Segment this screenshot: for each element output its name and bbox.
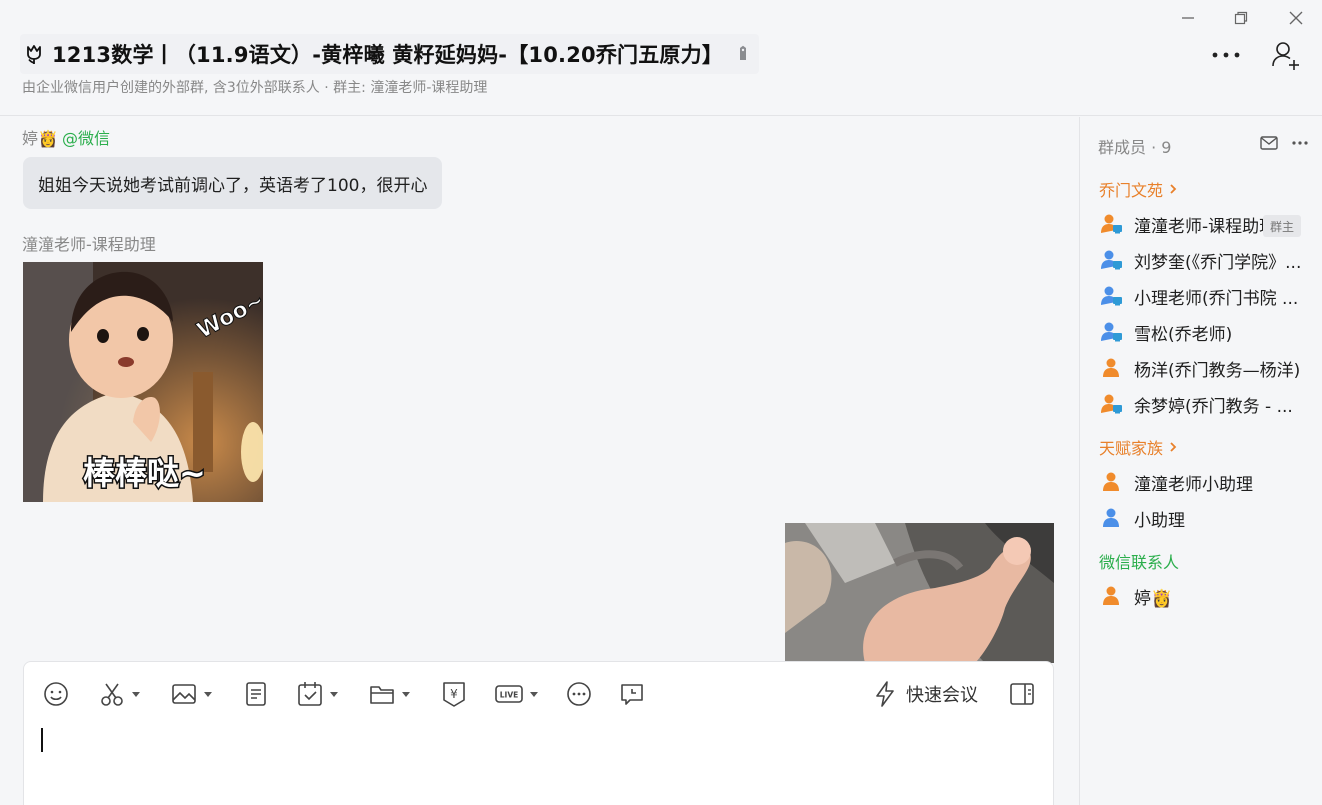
add-user-icon xyxy=(1272,42,1299,70)
member-item[interactable]: 小理老师(乔门书院 ... xyxy=(1100,282,1306,310)
scissors-icon xyxy=(101,683,123,706)
message-composer: ¥ LIVE 快速会议 xyxy=(23,661,1054,805)
message-sender[interactable]: 婷👸 @微信 xyxy=(22,125,110,149)
group-title-text: 1213数学丨（11.9语文）-黄梓曦 黄籽延妈妈-【10.20乔门五原力】 xyxy=(52,43,724,67)
group-title[interactable]: 1213数学丨（11.9语文）-黄梓曦 黄籽延妈妈-【10.20乔门五原力】 xyxy=(20,34,760,74)
person-orange-screen-icon xyxy=(1101,394,1122,414)
file-button[interactable] xyxy=(368,678,410,710)
person-orange-screen-icon xyxy=(1101,214,1122,234)
group-label-tianfu[interactable]: 天赋家族 xyxy=(1099,435,1177,459)
chevron-down-icon[interactable] xyxy=(132,691,140,697)
person-orange-icon xyxy=(1103,586,1119,605)
more-options-button[interactable] xyxy=(1208,42,1244,68)
lightning-icon xyxy=(876,681,894,707)
person-blue-screen-icon xyxy=(1101,250,1122,270)
screenshot-button[interactable] xyxy=(98,678,140,710)
member-item[interactable]: 杨洋(乔门教务—杨洋) xyxy=(1100,354,1306,382)
member-name: 潼潼老师小助理 xyxy=(1134,474,1253,495)
group-label-wechat[interactable]: 微信联系人 xyxy=(1099,549,1179,573)
mail-icon xyxy=(1260,136,1278,150)
add-member-button[interactable] xyxy=(1268,38,1304,72)
group-label-qiaomen[interactable]: 乔门文苑 xyxy=(1099,177,1177,201)
image-icon xyxy=(172,684,196,704)
emoji-button[interactable] xyxy=(42,678,70,710)
group-subtitle: 由企业微信用户创建的外部群, 含3位外部联系人 · 群主: 潼潼老师-课程助理 xyxy=(22,80,488,96)
person-blue-screen-icon xyxy=(1101,286,1122,306)
message-list[interactable]: 婷👸 @微信 姐姐今天说她考试前调心了，英语考了100，很开心 潼潼老师-课程助… xyxy=(0,117,1079,805)
member-item[interactable]: 小助理 xyxy=(1100,504,1306,532)
person-orange-icon xyxy=(1103,358,1119,377)
member-name: 小助理 xyxy=(1134,510,1185,531)
mail-button[interactable] xyxy=(1259,134,1279,156)
member-name: 雪松(乔老师) xyxy=(1134,324,1233,345)
member-name: 杨洋(乔门教务—杨洋) xyxy=(1134,360,1301,381)
image-button[interactable] xyxy=(170,678,212,710)
message-bubble[interactable]: 姐姐今天说她考试前调心了，英语考了100，很开心 xyxy=(23,157,443,209)
thumbs-up-photo xyxy=(785,523,1054,663)
more-dots-icon xyxy=(1292,141,1308,145)
member-count-header: 群成员 · 9 xyxy=(1098,138,1172,157)
person-orange-icon xyxy=(1103,472,1119,491)
text-input-cursor[interactable] xyxy=(41,728,43,752)
schedule-button[interactable] xyxy=(296,678,338,710)
live-button[interactable]: LIVE xyxy=(494,678,538,710)
quick-meeting-button[interactable]: 快速会议 xyxy=(872,678,978,710)
more-icon xyxy=(567,682,591,706)
side-panel-icon xyxy=(1010,683,1034,705)
member-item[interactable]: 潼潼老师小助理 xyxy=(1100,468,1306,496)
group-name: 微信联系人 xyxy=(1099,553,1180,572)
document-button[interactable] xyxy=(242,678,270,710)
doc-icon xyxy=(246,682,266,706)
message-sender[interactable]: 潼潼老师-课程助理 xyxy=(22,231,156,255)
sticker-image[interactable]: Woo~ 棒棒哒~ xyxy=(23,262,263,502)
chevron-right-icon xyxy=(1170,184,1177,194)
live-text: LIVE xyxy=(500,691,519,700)
photo-message[interactable] xyxy=(785,523,1054,663)
member-name: 刘梦奎(《乔门学院》... xyxy=(1134,252,1302,273)
emoji-icon xyxy=(44,682,68,706)
toggle-side-panel-button[interactable] xyxy=(1009,682,1035,710)
red-packet-button[interactable]: ¥ xyxy=(440,678,468,710)
clock-chat-icon xyxy=(621,684,643,705)
chevron-down-icon[interactable] xyxy=(204,691,212,697)
person-blue-screen-icon xyxy=(1101,322,1122,342)
baby-clapping-sticker: Woo~ 棒棒哒~ xyxy=(23,262,263,502)
member-name: 婷👸 xyxy=(1134,588,1173,609)
folder-icon xyxy=(370,686,394,704)
member-name: 潼潼老师-课程助理 xyxy=(1134,216,1277,237)
member-name: 小理老师(乔门书院 ... xyxy=(1134,288,1299,309)
tag-icon xyxy=(737,44,751,64)
member-item[interactable]: 雪松(乔老师) xyxy=(1100,318,1306,346)
chevron-down-icon[interactable] xyxy=(530,691,538,697)
red-packet-icon: ¥ xyxy=(443,682,465,707)
group-name: 乔门文苑 xyxy=(1099,181,1164,200)
chat-window: 1213数学丨（11.9语文）-黄梓曦 黄籽延妈妈-【10.20乔门五原力】 由… xyxy=(0,0,1322,805)
sticker-caption-bottom: 棒棒哒~ xyxy=(83,454,206,492)
member-item[interactable]: 刘梦奎(《乔门学院》... xyxy=(1100,246,1306,274)
group-name: 天赋家族 xyxy=(1099,439,1164,458)
member-item[interactable]: 婷👸 xyxy=(1100,582,1306,610)
chat-header: 1213数学丨（11.9语文）-黄梓曦 黄籽延妈妈-【10.20乔门五原力】 由… xyxy=(0,0,1322,116)
sender-name: 婷👸 xyxy=(22,129,58,148)
live-icon: LIVE xyxy=(495,685,523,703)
quick-meeting-label: 快速会议 xyxy=(906,685,978,706)
person-blue-icon xyxy=(1103,508,1119,527)
more-dots-icon xyxy=(1212,52,1240,58)
chat-history-button[interactable] xyxy=(618,678,646,710)
yuan-symbol: ¥ xyxy=(450,687,458,701)
member-name: 余梦婷(乔门教务 - ... xyxy=(1134,396,1293,417)
chevron-right-icon xyxy=(1170,442,1177,452)
member-item[interactable]: 余梦婷(乔门教务 - ... xyxy=(1100,390,1306,418)
more-tools-button[interactable] xyxy=(565,678,593,710)
tulip-icon xyxy=(20,40,48,68)
panel-more-button[interactable] xyxy=(1290,134,1310,156)
chevron-down-icon[interactable] xyxy=(330,691,338,697)
owner-badge: 群主 xyxy=(1263,215,1301,237)
member-panel: 群成员 · 9 乔门文苑 潼潼老师-课程助理 群主 刘梦奎(《乔门学院》... … xyxy=(1079,117,1322,805)
chevron-down-icon[interactable] xyxy=(402,691,410,697)
wechat-source-label: @微信 xyxy=(61,129,110,148)
schedule-icon xyxy=(298,682,322,706)
